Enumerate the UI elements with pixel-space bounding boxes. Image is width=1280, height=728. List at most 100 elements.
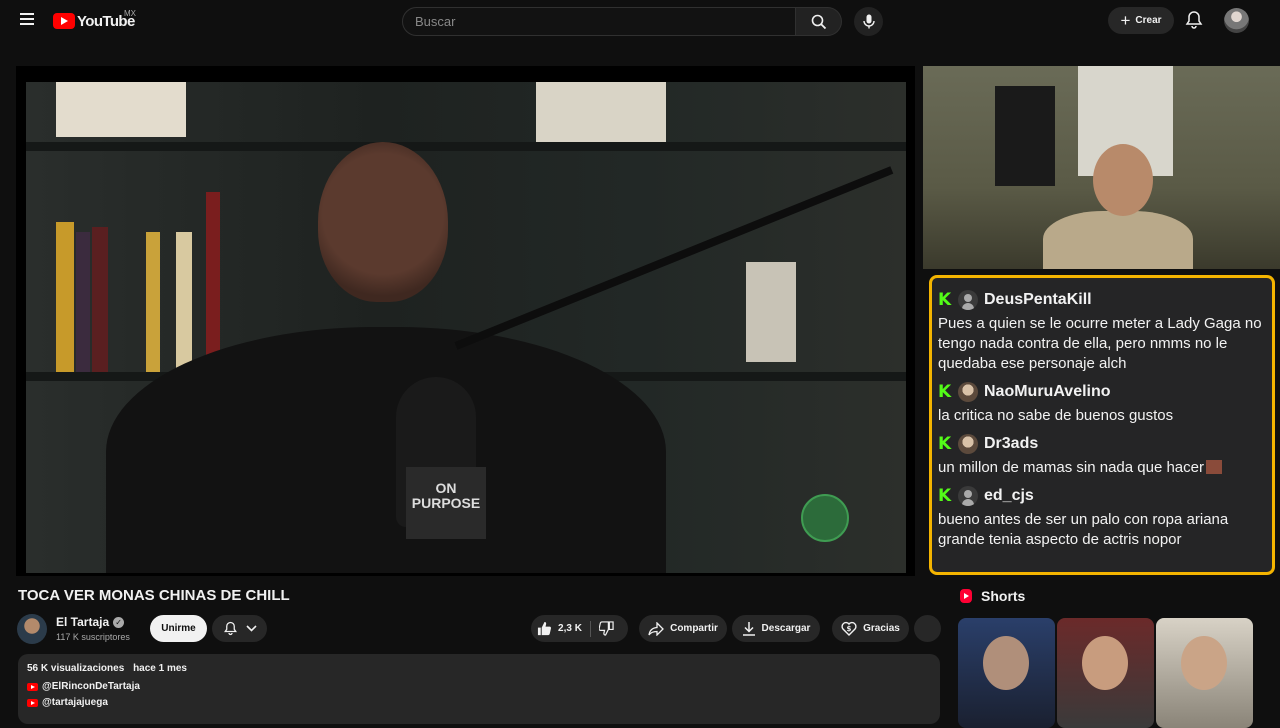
microphone-icon: [862, 14, 875, 29]
shorts-heading-row: Shorts: [960, 588, 1025, 604]
download-icon: [742, 622, 755, 636]
create-button[interactable]: + Crear: [1108, 7, 1174, 34]
shelf-decor: [536, 82, 666, 142]
bookshelf: [26, 142, 906, 151]
dislike-button[interactable]: [591, 615, 628, 642]
youtube-logo[interactable]: YouTube: [53, 11, 135, 31]
bell-icon: [223, 621, 237, 636]
chat-text: la critica no sabe de buenos gustos: [938, 407, 1174, 424]
chat-message: K ed_cjs bueno antes de ser un palo con …: [938, 484, 1262, 550]
streamer-webcam: [923, 66, 1280, 269]
subscription-notifications-button[interactable]: [212, 615, 267, 642]
menu-icon[interactable]: [14, 10, 40, 32]
book: [206, 192, 220, 372]
short-thumbnail[interactable]: [1057, 618, 1154, 728]
chat-username: ed_cjs: [984, 487, 1034, 504]
kick-badge-icon: K: [938, 290, 952, 310]
shorts-icon: [960, 589, 972, 603]
description-box[interactable]: 56 K visualizaciones hace 1 mes @ElRinco…: [18, 654, 940, 724]
video-title: TOCA VER MONAS CHINAS DE CHILL: [18, 587, 290, 604]
create-label: Crear: [1135, 15, 1162, 26]
chat-text: un millon de mamas sin nada que hacer: [938, 459, 1204, 476]
book: [76, 232, 90, 372]
share-button[interactable]: Compartir: [639, 615, 727, 642]
kick-badge-icon: K: [938, 486, 952, 506]
youtube-icon: [27, 698, 38, 707]
channel-name-row[interactable]: El Tartaja ✓: [56, 615, 125, 629]
mic-flag: ON PURPOSE: [406, 467, 486, 539]
chat-text: bueno antes de ser un palo con ropa aria…: [938, 511, 1229, 548]
short-face: [983, 636, 1029, 690]
book: [92, 227, 108, 372]
chat-text: Pues a quien se le ocurre meter a Lady G…: [938, 315, 1262, 372]
short-thumbnail[interactable]: [958, 618, 1055, 728]
download-button[interactable]: Descargar: [732, 615, 820, 642]
video-player[interactable]: ON PURPOSE: [16, 66, 915, 576]
svg-text:$: $: [847, 625, 852, 633]
more-actions-button[interactable]: [914, 615, 941, 642]
book: [176, 232, 192, 372]
chat-username: NaoMuruAvelino: [984, 383, 1111, 400]
chat-message: K DeusPentaKill Pues a quien se le ocurr…: [938, 288, 1262, 374]
country-code: MX: [124, 9, 136, 18]
channel-link-text[interactable]: @tartajajuega: [42, 697, 108, 708]
channel-watermark[interactable]: [801, 494, 849, 542]
search-bar: [402, 7, 842, 36]
speaker-head: [318, 142, 448, 302]
chat-username: Dr3ads: [984, 435, 1039, 452]
thanks-button[interactable]: $ Gracias: [832, 615, 909, 642]
chat-message: K NaoMuruAvelino la critica no sabe de b…: [938, 380, 1262, 426]
top-bar: YouTube MX + Crear: [0, 0, 1280, 42]
thumbs-down-icon: [598, 621, 614, 636]
channel-link[interactable]: @tartajajuega: [27, 697, 931, 708]
chat-message: K Dr3ads un millon de mamas sin nada que…: [938, 432, 1262, 478]
chat-username: DeusPentaKill: [984, 291, 1092, 308]
chat-text-row: un millon de mamas sin nada que hacer: [938, 458, 1262, 478]
short-face: [1181, 636, 1227, 690]
channel-link-text[interactable]: @ElRinconDeTartaja: [42, 681, 140, 692]
thanks-label: Gracias: [863, 623, 900, 634]
short-face: [1082, 636, 1128, 690]
mic-boom-arm: [454, 166, 894, 350]
channel-link[interactable]: @ElRinconDeTartaja: [27, 681, 931, 692]
voice-search-button[interactable]: [854, 7, 883, 36]
short-thumbnail[interactable]: [1156, 618, 1253, 728]
book: [146, 232, 160, 372]
search-button[interactable]: [796, 7, 842, 36]
shelf-decor: [746, 262, 796, 362]
chat-avatar: [958, 382, 978, 402]
shorts-heading: Shorts: [981, 588, 1026, 604]
download-label: Descargar: [761, 623, 811, 634]
heart-dollar-icon: $: [841, 621, 857, 636]
shelf-decor: [56, 82, 186, 137]
chat-avatar: [958, 434, 978, 454]
speaker-body: [106, 327, 666, 573]
notifications-button[interactable]: [1184, 10, 1206, 32]
video-frame[interactable]: ON PURPOSE: [26, 82, 906, 573]
search-input[interactable]: [402, 7, 796, 36]
book: [56, 222, 74, 372]
description-stats: 56 K visualizaciones hace 1 mes: [27, 663, 931, 674]
channel-avatar[interactable]: [17, 614, 47, 644]
like-count: 2,3 K: [558, 623, 582, 634]
plus-icon: +: [1120, 11, 1131, 30]
youtube-play-icon: [53, 13, 75, 29]
channel-name[interactable]: El Tartaja: [56, 615, 109, 629]
emote-icon: [1206, 460, 1222, 474]
search-icon: [811, 14, 826, 29]
youtube-icon: [27, 682, 38, 691]
chat-avatar: [958, 486, 978, 506]
thumbs-up-icon: [537, 621, 552, 636]
chevron-down-icon: [245, 625, 257, 632]
kick-badge-icon: K: [938, 434, 952, 454]
chat-avatar: [958, 290, 978, 310]
kick-badge-icon: K: [938, 382, 952, 402]
like-dislike-group: 2,3 K: [531, 615, 628, 642]
share-label: Compartir: [670, 623, 718, 634]
background-jersey: [995, 86, 1055, 186]
account-avatar[interactable]: [1224, 8, 1249, 33]
bell-icon: [1185, 11, 1203, 29]
like-button[interactable]: 2,3 K: [531, 615, 590, 642]
streamer-body: [1043, 211, 1193, 269]
join-button[interactable]: Unirme: [150, 615, 207, 642]
